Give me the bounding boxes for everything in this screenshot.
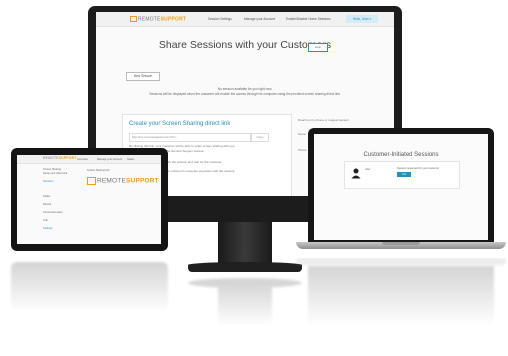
logo-icon — [130, 16, 137, 22]
monitor-logo: REMOTESUPPORT — [130, 16, 186, 22]
monitor-top-navbar: REMOTESUPPORT Session Settings Manage yo… — [96, 12, 394, 27]
no-session-text: No session available for you right now. — [217, 87, 273, 91]
join-session-button[interactable]: Join — [397, 172, 411, 177]
tablet-side-line: Setup your direct link — [43, 172, 68, 175]
tablet-top-navbar: REMOTESUPPORT Overview Manage your Accou… — [17, 155, 161, 164]
tablet-side-line[interactable]: Settings — [43, 227, 52, 230]
tablet-big-logo: REMOTESUPPORT — [87, 177, 159, 185]
direct-link-input[interactable]: http://my.remotesupport.com/?s=... — [129, 133, 251, 142]
tablet-side-line: Screen Sharing — [43, 168, 61, 171]
user-avatar-icon — [351, 168, 361, 179]
laptop-base-reflection — [296, 258, 506, 265]
tablet-side-line: Link — [43, 219, 48, 222]
floor-reflection — [0, 258, 508, 356]
tablet-nav-overview[interactable]: Overview — [77, 158, 88, 161]
card-title: Create your Screen Sharing direct link — [129, 121, 231, 127]
laptop-screen: Customer-Initiated Sessions User Session… — [314, 134, 488, 240]
nav-manage-account[interactable]: Manage your Account — [244, 17, 275, 21]
new-session-button[interactable]: New Session — [126, 72, 160, 81]
tablet-side-line: Connected users — [43, 211, 63, 214]
tablet-screen: REMOTESUPPORT Overview Manage your Accou… — [17, 155, 161, 244]
session-request-text: Session requested by your customer — [397, 167, 440, 170]
tablet-side-line: Status — [43, 195, 51, 198]
phone-label: Phone — [298, 148, 307, 152]
neck-reflection — [218, 286, 272, 326]
session-info-text: Sessions will be displayed when the cust… — [149, 92, 341, 96]
nav-home-sessions[interactable]: Enable/Disable Home Sessions — [286, 17, 331, 21]
laptop-notch — [382, 242, 420, 245]
tablet-side-line[interactable]: Sessions — [43, 180, 54, 183]
tablet-device: REMOTESUPPORT Overview Manage your Accou… — [11, 148, 168, 251]
tablet-logo-caption: Screen Sharing link — [87, 169, 110, 172]
user-menu-button[interactable]: Hello, User ▾ — [346, 15, 378, 23]
customer-session-card: User Session requested by your customer … — [344, 161, 460, 189]
tablet-nav-logo: REMOTESUPPORT — [43, 156, 77, 160]
page-title: Share Sessions with your Customers — [158, 39, 332, 51]
support-heading: Reach us by phone or request support — [298, 118, 350, 122]
laptop-device: Customer-Initiated Sessions User Session… — [308, 128, 494, 242]
session-user-name: User — [365, 168, 371, 171]
copy-button[interactable]: Copy — [251, 133, 269, 142]
tablet-reflection — [11, 262, 168, 312]
help-button[interactable]: Help — [308, 43, 328, 52]
nav-session-settings[interactable]: Session Settings — [208, 17, 232, 21]
tablet-nav-status[interactable]: Status — [127, 158, 134, 161]
name-label: Name — [298, 132, 307, 136]
tablet-nav-account[interactable]: Manage your Account — [97, 158, 122, 161]
laptop-page-title: Customer-Initiated Sessions — [363, 152, 439, 158]
laptop-reflection — [308, 266, 494, 326]
logo-icon — [87, 177, 96, 185]
tablet-side-line: Recent — [43, 203, 52, 206]
